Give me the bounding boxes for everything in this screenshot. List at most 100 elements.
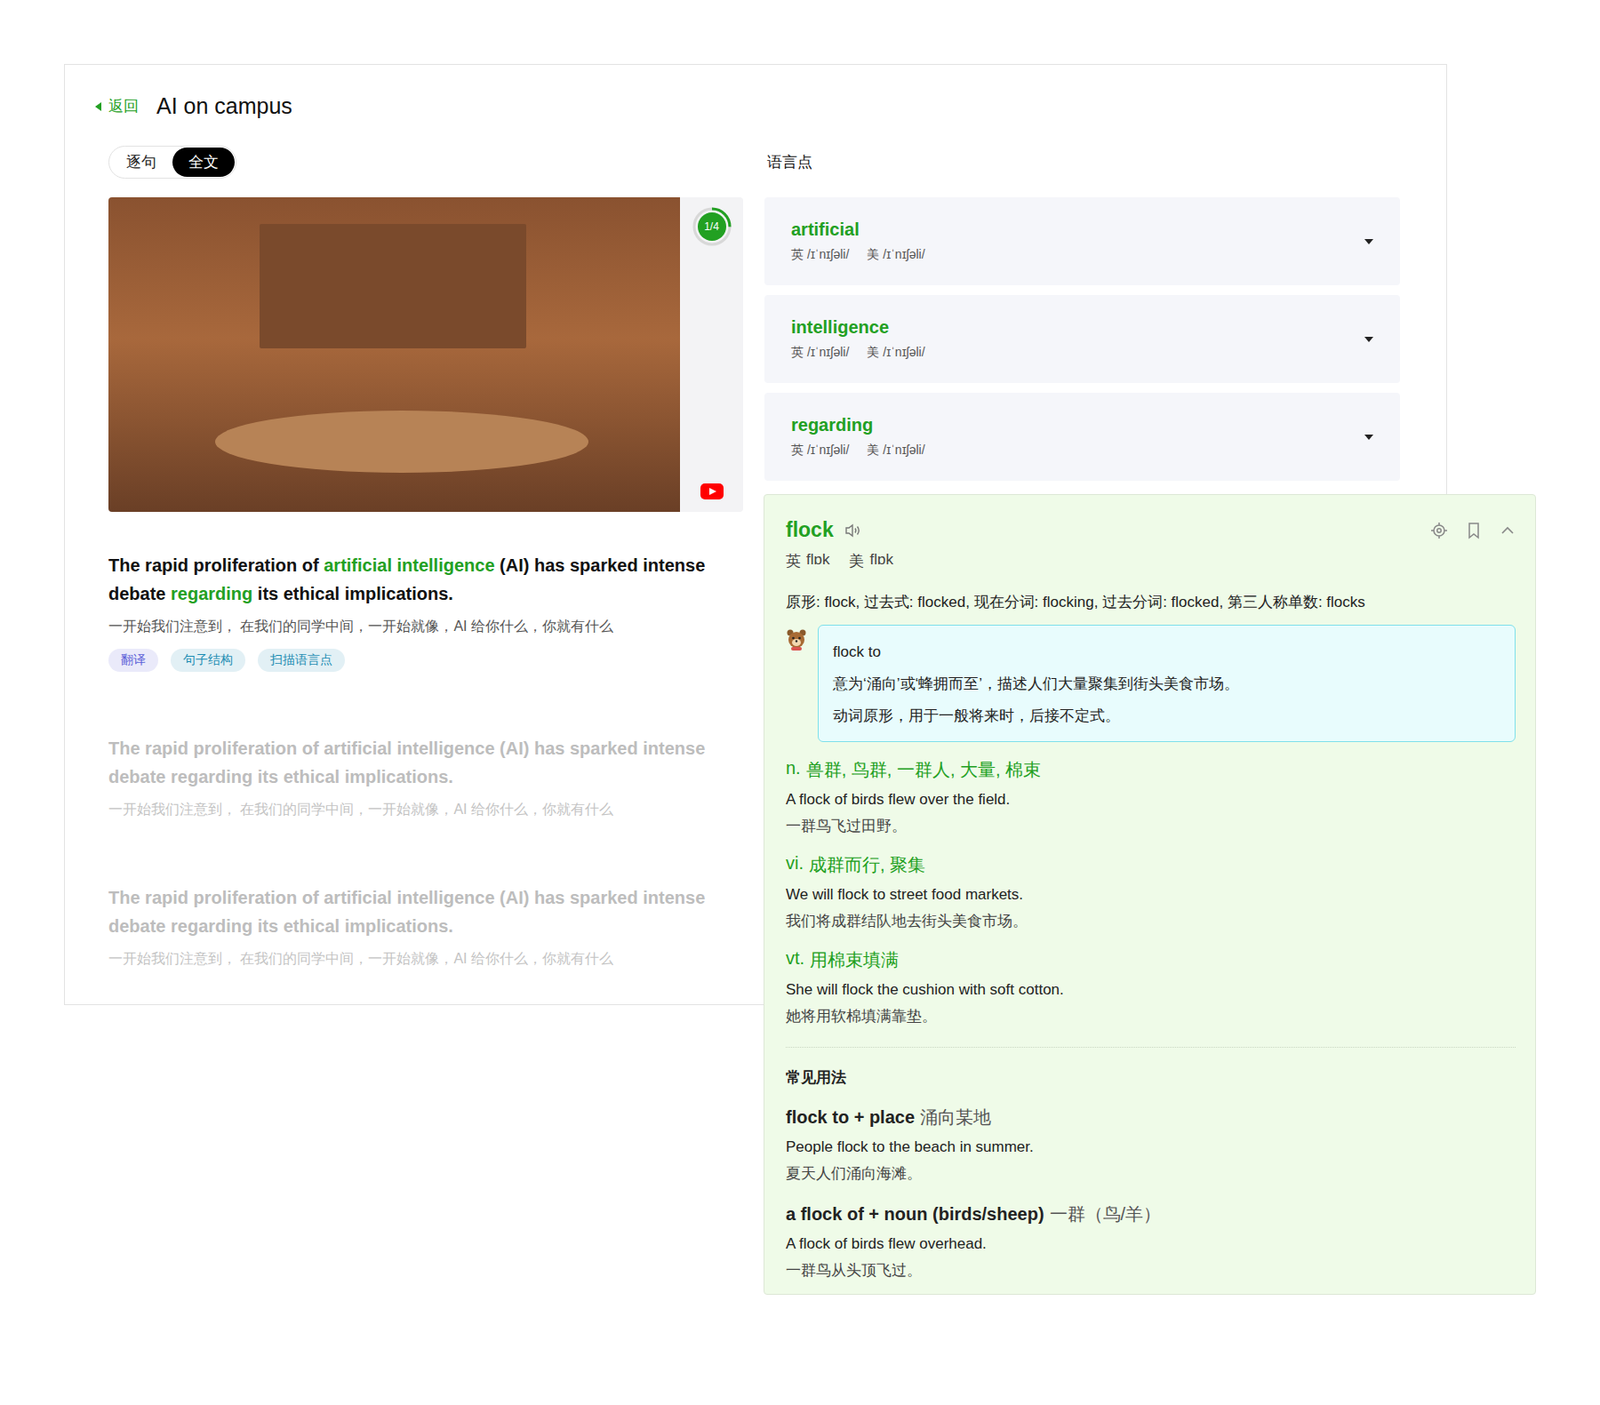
progress-ring: 1/4 <box>691 206 733 248</box>
video-scene <box>259 224 527 349</box>
uk-label: 英 <box>791 344 804 361</box>
dropdown-icon[interactable] <box>1364 434 1374 440</box>
page-title: AI on campus <box>156 93 293 120</box>
speaker-icon[interactable] <box>844 522 863 539</box>
note-line: 意为‘涌向’或‘蜂拥而至’，描述人们大量聚集到街头美食市场。 <box>832 668 1501 701</box>
highlighted-term[interactable]: artificial intelligence <box>323 555 495 576</box>
example: She will flock the cushion with soft cot… <box>785 979 1516 1001</box>
example: A flock of birds flew over the field. <box>785 789 1516 811</box>
sentence-segment: The rapid proliferation of artificial in… <box>108 888 705 936</box>
language-point-card[interactable]: regarding 英 /ɪˈnɪʃəli/ 美 /ɪˈnɪʃəli/ <box>764 392 1400 481</box>
note-box: flock to 意为‘涌向’或‘蜂拥而至’，描述人们大量聚集到街头美食市场。动… <box>817 624 1516 743</box>
usage-pattern: a flock of + noun (birds/sheep) <box>785 1204 1045 1225</box>
phonetics: 英 /ɪˈnɪʃəli/ 美 /ɪˈnɪʃəli/ <box>791 442 926 459</box>
language-point-card[interactable]: artificial 英 /ɪˈnɪʃəli/ 美 /ɪˈnɪʃəli/ <box>764 197 1400 286</box>
usage-meaning: 一群（鸟/羊） <box>1049 1202 1162 1227</box>
us-label: 美 <box>866 247 880 264</box>
word: artificial <box>791 219 926 240</box>
example-translation: 我们将成群结队地去街头美食市场。 <box>785 911 1516 933</box>
uk-phonetic: /ɪˈnɪʃəli/ <box>807 344 849 361</box>
dropdown-icon[interactable] <box>1364 336 1374 343</box>
page: 返回 AI on campus 逐句全文 1/4 The rapid proli… <box>0 0 1600 1405</box>
part-of-speech: vi. <box>785 853 804 878</box>
divider <box>785 1047 1516 1048</box>
sentence-segment: The rapid proliferation of <box>108 555 324 576</box>
word-phonetics: 英 flɒk 美 flɒk <box>785 551 1516 572</box>
example: We will flock to street food markets. <box>785 884 1516 906</box>
language-points-title: 语言点 <box>767 145 1400 179</box>
back-button[interactable]: 返回 <box>95 96 139 117</box>
sentence-tags: 翻译句子结构扫描语言点 <box>108 648 744 672</box>
part-of-speech: vt. <box>785 948 805 973</box>
example: People flock to the beach in summer. <box>785 1136 1516 1159</box>
uk-phonetic: /ɪˈnɪʃəli/ <box>807 442 849 459</box>
sentence-translation: 一开始我们注意到， 在我们的同学中间，一开始就像，AI 给你什么，你就有什么 <box>108 798 744 822</box>
uk-label: 英 <box>791 247 804 264</box>
example-translation: 一群鸟从头顶飞过。 <box>785 1260 1516 1282</box>
bookmark-icon[interactable] <box>1465 521 1482 540</box>
dropdown-icon[interactable] <box>1364 239 1374 245</box>
us-label: 美 <box>848 551 864 572</box>
us-phonetic: /ɪˈnɪʃəli/ <box>882 247 925 264</box>
word-forms: 原形: flock, 过去式: flocked, 现在分词: flocking,… <box>785 591 1516 615</box>
mode-tab[interactable]: 逐句 <box>110 147 173 177</box>
locate-icon[interactable] <box>1430 521 1448 540</box>
sentence[interactable]: The rapid proliferation of artificial in… <box>108 734 744 822</box>
sentence-translation: 一开始我们注意到， 在我们的同学中间，一开始就像，AI 给你什么，你就有什么 <box>108 947 744 971</box>
sentence-segment: its ethical implications. <box>252 584 454 604</box>
uk-phonetic: /ɪˈnɪʃəli/ <box>807 247 849 264</box>
sense-heading: vt. 用棉束填满 <box>785 948 1516 973</box>
us-label: 美 <box>866 442 880 459</box>
tag-button[interactable]: 翻译 <box>108 648 159 672</box>
word-title: flock <box>785 518 834 543</box>
usage-meaning: 涌向某地 <box>920 1105 992 1130</box>
sense: vt. 用棉束填满 She will flock the cushion wit… <box>785 948 1516 1028</box>
example: A flock of birds flew overhead. <box>785 1233 1516 1256</box>
note-title: flock to <box>832 636 1501 669</box>
example-translation: 夏天人们涌向海滩。 <box>785 1163 1516 1185</box>
example-translation: 一群鸟飞过田野。 <box>785 816 1516 838</box>
uk-phonetic: flɒk <box>806 551 830 572</box>
chevron-up-icon[interactable] <box>1499 525 1516 536</box>
uk-label: 英 <box>791 442 804 459</box>
progress-label: 1/4 <box>691 206 733 248</box>
uk-label: 英 <box>785 551 801 572</box>
ai-note: flock to 意为‘涌向’或‘蜂拥而至’，描述人们大量聚集到街头美食市场。动… <box>785 624 1516 743</box>
note-line: 动词原形，用于一般将来时，后接不定式。 <box>832 700 1501 733</box>
mode-tab[interactable]: 全文 <box>172 147 235 177</box>
video-table <box>215 410 589 473</box>
video-sidebar: 1/4 <box>680 197 744 512</box>
sentence-text: The rapid proliferation of artificial in… <box>108 734 744 792</box>
phonetics: 英 /ɪˈnɪʃəli/ 美 /ɪˈnɪʃəli/ <box>791 247 926 264</box>
sentence-segment: The rapid proliferation of artificial in… <box>108 738 705 787</box>
phonetics: 英 /ɪˈnɪʃəli/ 美 /ɪˈnɪʃəli/ <box>791 344 926 361</box>
usage-title: 常见用法 <box>785 1067 1516 1088</box>
sentence-text: The rapid proliferation of artificial in… <box>108 883 744 941</box>
usage-pattern: flock to + place <box>785 1107 915 1128</box>
usage: a flock of + noun (birds/sheep) 一群（鸟/羊） … <box>785 1202 1516 1282</box>
youtube-icon[interactable] <box>700 483 724 500</box>
example-translation: 她将用软棉填满靠垫。 <box>785 1006 1516 1028</box>
sense: vi. 成群而行, 聚集 We will flock to street foo… <box>785 853 1516 933</box>
sense-meaning: 兽群, 鸟群, 一群人, 大量, 棉束 <box>806 758 1041 783</box>
video-player: 1/4 <box>108 197 744 512</box>
highlighted-term[interactable]: regarding <box>170 584 253 604</box>
tag-button[interactable]: 句子结构 <box>170 648 246 672</box>
sentence[interactable]: The rapid proliferation of artificial in… <box>108 883 744 971</box>
mode-toggle: 逐句全文 <box>108 145 237 179</box>
video-frame[interactable] <box>108 197 680 512</box>
sense-meaning: 用棉束填满 <box>809 948 899 973</box>
word: regarding <box>791 415 926 436</box>
us-label: 美 <box>866 344 880 361</box>
us-phonetic: /ɪˈnɪʃəli/ <box>882 344 925 361</box>
tag-button[interactable]: 扫描语言点 <box>257 648 345 672</box>
sentence[interactable]: The rapid proliferation of artificial in… <box>108 551 744 672</box>
transcript-column: 逐句全文 1/4 The rapid proliferation of arti… <box>108 145 744 971</box>
sense: n. 兽群, 鸟群, 一群人, 大量, 棉束 A flock of birds … <box>785 758 1516 838</box>
us-phonetic: /ɪˈnɪʃəli/ <box>882 442 925 459</box>
language-point-card[interactable]: intelligence 英 /ɪˈnɪʃəli/ 美 /ɪˈnɪʃəli/ <box>764 295 1400 384</box>
word: intelligence <box>791 317 926 338</box>
sentence-translation: 一开始我们注意到， 在我们的同学中间，一开始就像，AI 给你什么，你就有什么 <box>108 615 744 639</box>
word-detail-card: flock 英 flɒk 美 flɒk 原形: flock, 过去式: floc… <box>763 494 1536 1296</box>
usage: flock to + place 涌向某地 People flock to th… <box>785 1105 1516 1185</box>
